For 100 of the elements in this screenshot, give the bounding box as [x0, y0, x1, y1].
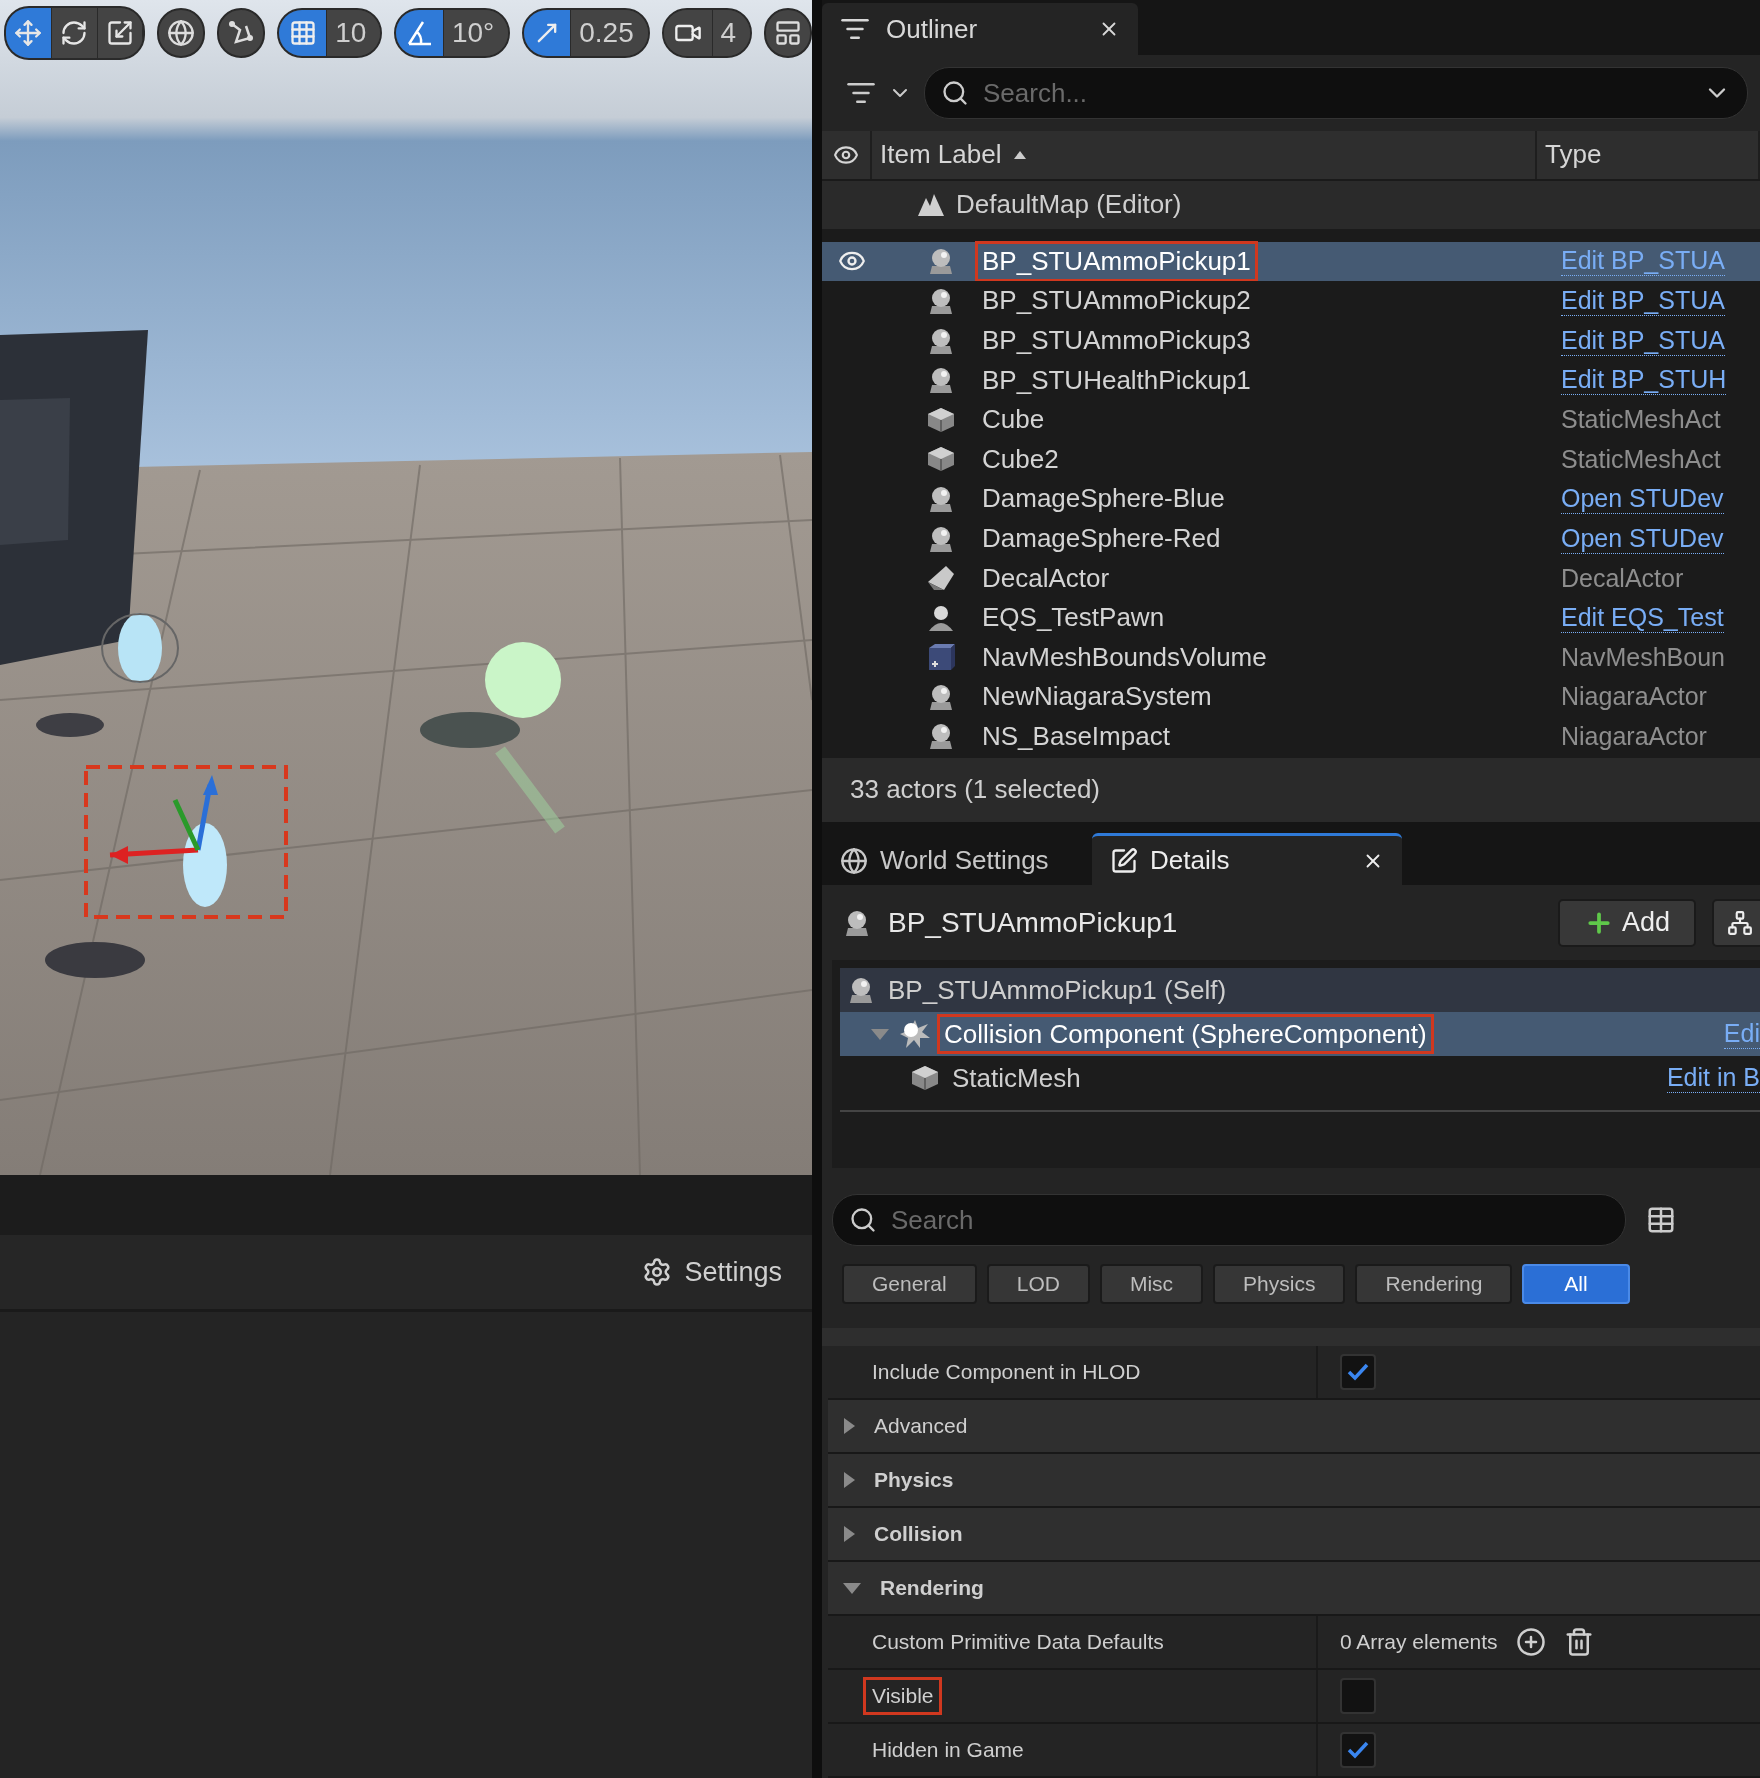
collapsed-arrow-icon[interactable] [842, 1417, 856, 1435]
grid-snap-button[interactable]: 10 [277, 8, 383, 58]
property-label: Include Component in HLOD [871, 1359, 1142, 1385]
collapsed-arrow-icon[interactable] [842, 1471, 856, 1489]
actor-label: Cube [981, 403, 1046, 437]
layout-icon [774, 19, 803, 47]
actor-label: BP_STUHealthPickup1 [981, 363, 1252, 397]
type-label: StaticMeshAct [1561, 444, 1721, 474]
component-label: Collision Component (SphereComponent) [940, 1016, 1431, 1051]
category-label[interactable]: Advanced [868, 1410, 974, 1442]
property-label: Visible [866, 1680, 940, 1712]
outliner-row[interactable]: EQS_TestPawn Edit EQS_Test [822, 597, 1760, 638]
grid-icon [288, 19, 317, 47]
hierarchy-button[interactable] [1712, 898, 1760, 947]
type-label: DecalActor [1561, 563, 1684, 593]
scale-icon [105, 19, 134, 47]
decal-icon [926, 564, 956, 593]
category-label[interactable]: Rendering [874, 1572, 990, 1604]
type-link[interactable]: Open STUDev [1561, 483, 1724, 514]
outliner-row[interactable]: BP_STUHealthPickup1 Edit BP_STUH [822, 360, 1760, 400]
actor-label: NS_BaseImpact [981, 720, 1171, 753]
scale-snap-button[interactable]: 0.25 [522, 8, 650, 58]
filter-chip[interactable]: LOD [986, 1264, 1090, 1304]
move-tool-button[interactable] [6, 8, 52, 58]
rotate-icon [60, 19, 89, 47]
type-link[interactable]: Open STUDev [1561, 523, 1724, 554]
edit-link[interactable]: Edit in B [1666, 1063, 1760, 1093]
panel-tab[interactable]: Details [1092, 833, 1402, 885]
outliner-row[interactable]: DecalActor DecalActor [822, 558, 1760, 598]
actor-label: Cube2 [981, 442, 1060, 476]
outliner-row[interactable]: BP_STUAmmoPickup2 Edit BP_STUA [822, 281, 1760, 321]
outliner-row[interactable]: NavMeshBoundsVolume NavMeshBoun [822, 637, 1760, 678]
collapsed-arrow-icon[interactable] [842, 1525, 856, 1543]
globe-icon [167, 19, 196, 47]
outliner-row[interactable]: BP_STUAmmoPickup1 Edit BP_STUA [822, 241, 1760, 282]
settings-button[interactable]: Settings [636, 1255, 788, 1289]
actor-label: BP_STUAmmoPickup3 [981, 324, 1252, 358]
filter-chip[interactable]: General [842, 1264, 977, 1304]
filter-chip[interactable]: Misc [1099, 1264, 1204, 1304]
outliner-row[interactable]: Cube StaticMeshAct [822, 399, 1760, 440]
filter-chip[interactable]: Rendering [1355, 1264, 1513, 1304]
type-link[interactable]: Edit BP_STUA [1561, 285, 1725, 316]
check-icon [1347, 1741, 1369, 1759]
cube-icon [926, 445, 956, 474]
component-row[interactable]: BP_STUAmmoPickup1 (Self) [840, 968, 1760, 1012]
sort-ascending-icon [1013, 149, 1028, 160]
search-field[interactable]: Search... [924, 67, 1748, 120]
panel-tab[interactable]: World Settings [822, 833, 1092, 885]
actor-name: BP_STUAmmoPickup1 [888, 906, 1179, 939]
type-label: NiagaraActor [1561, 722, 1707, 751]
table-view-icon[interactable] [1646, 1205, 1676, 1235]
search-icon [941, 79, 969, 108]
rotation-snap-button[interactable]: 10° [394, 8, 511, 58]
actor-label: BP_STUAmmoPickup2 [981, 284, 1252, 318]
component-label: StaticMesh [951, 1061, 1082, 1095]
type-link[interactable]: Edit EQS_Test [1561, 602, 1724, 633]
checkbox[interactable] [1340, 1354, 1376, 1390]
settings-icon [642, 1257, 673, 1287]
column-header[interactable]: Type [1545, 139, 1602, 171]
sphere-component-icon [898, 1018, 932, 1050]
outliner-tab[interactable]: Outliner [822, 3, 1138, 56]
search-icon [849, 1206, 877, 1234]
outliner-row[interactable]: BP_STUAmmoPickup3 Edit BP_STUA [822, 320, 1760, 361]
add-button[interactable]: Add [1557, 898, 1696, 947]
actor-label: NewNiagaraSystem [981, 680, 1213, 714]
category-label[interactable]: Physics [868, 1464, 960, 1496]
type-label: NiagaraActor [1561, 682, 1707, 712]
filter-chip[interactable]: Physics [1213, 1264, 1346, 1304]
filter-chip[interactable]: All [1522, 1264, 1630, 1304]
checkbox[interactable] [1340, 1678, 1376, 1714]
search-field[interactable]: Search [832, 1194, 1626, 1246]
globe-icon [840, 846, 868, 875]
category-label[interactable]: Collision [868, 1518, 969, 1550]
add-element-icon[interactable] [1515, 1627, 1546, 1657]
component-row[interactable]: StaticMesh Edit in B [840, 1056, 1760, 1100]
component-label: BP_STUAmmoPickup1 (Self) [887, 973, 1228, 1007]
type-label: NavMeshBoun [1561, 642, 1725, 672]
checkbox[interactable] [1340, 1732, 1376, 1768]
rotate-tool-button[interactable] [51, 8, 98, 58]
cube-icon [926, 405, 956, 434]
outliner-row[interactable]: DamageSphere-Blue Open STUDev [822, 479, 1760, 519]
type-link[interactable]: Edit BP_STUA [1561, 325, 1725, 356]
world-label: DefaultMap (Editor) [956, 189, 1182, 221]
hierarchy-icon [1727, 909, 1753, 936]
type-link[interactable]: Edit BP_STUH [1561, 365, 1727, 396]
outliner-row[interactable]: NS_BaseImpact NiagaraActor [822, 716, 1760, 757]
column-header[interactable]: Item Label [880, 139, 1002, 171]
volume-icon [926, 642, 956, 673]
actor-label: DamageSphere-Blue [981, 482, 1226, 516]
array-count: 0 Array elements [1340, 1630, 1498, 1654]
actor-label: NavMeshBoundsVolume [981, 640, 1268, 674]
actor-label: BP_STUAmmoPickup1 [978, 243, 1255, 279]
property-label: Custom Primitive Data Defaults [871, 1629, 1165, 1655]
outliner-row[interactable]: Cube2 StaticMeshAct [822, 439, 1760, 480]
expanded-arrow-icon[interactable] [842, 1581, 862, 1595]
outliner-row[interactable]: NewNiagaraSystem NiagaraActor [822, 677, 1760, 717]
outliner-row[interactable]: DamageSphere-Red Open STUDev [822, 518, 1760, 559]
scale-tool-button[interactable] [97, 8, 144, 58]
search-input[interactable]: Search [889, 1203, 1609, 1237]
actor-label: EQS_TestPawn [981, 601, 1166, 635]
